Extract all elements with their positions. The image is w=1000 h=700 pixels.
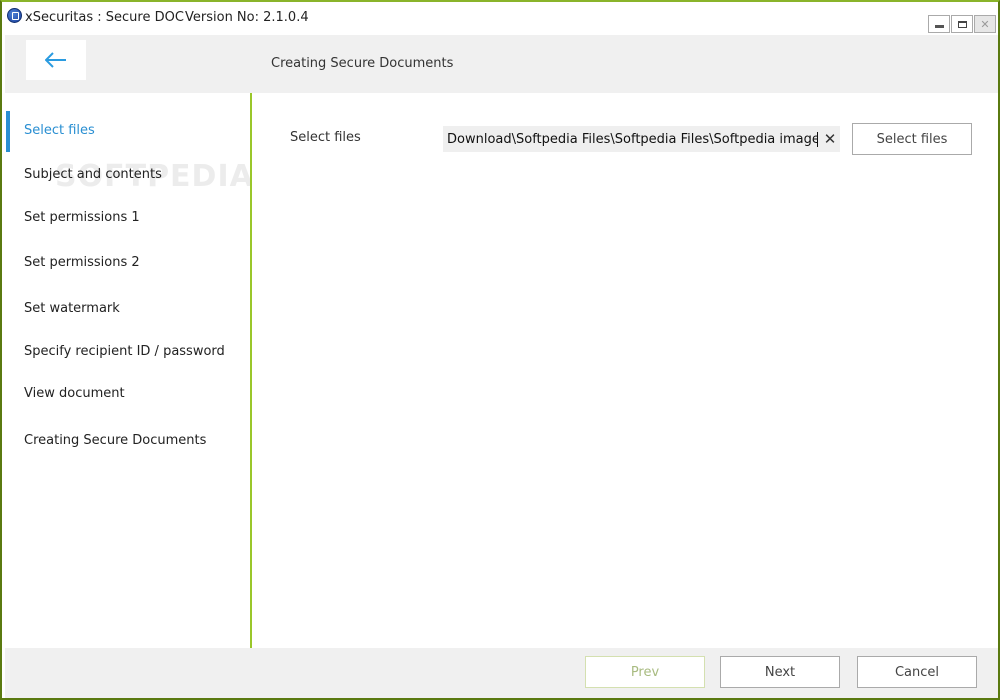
footer-bar: Prev Next Cancel bbox=[5, 648, 998, 698]
maximize-button[interactable] bbox=[951, 15, 973, 33]
window-title: xSecuritas : Secure DOC bbox=[25, 10, 184, 25]
arrow-left-icon bbox=[45, 52, 66, 68]
title-bar: xSecuritas : Secure DOC Version No: 2.1.… bbox=[2, 2, 998, 34]
sidebar-item-creating-secure-documents[interactable]: Creating Secure Documents bbox=[24, 433, 206, 448]
sidebar-item-view-document[interactable]: View document bbox=[24, 386, 125, 401]
clear-icon[interactable]: ✕ bbox=[820, 130, 840, 148]
app-logo-icon bbox=[7, 8, 22, 23]
close-icon: ✕ bbox=[980, 17, 990, 31]
app-window: xSecuritas : Secure DOC Version No: 2.1.… bbox=[0, 0, 1000, 700]
select-files-label: Select files bbox=[290, 130, 361, 145]
sidebar-item-select-files[interactable]: Select files bbox=[24, 123, 95, 138]
file-path-input[interactable]: Download\Softpedia Files\Softpedia Files… bbox=[443, 126, 840, 152]
sidebar-item-set-permissions-2[interactable]: Set permissions 2 bbox=[24, 255, 140, 270]
steps-sidebar: SOFTPEDIA Select files Subject and conte… bbox=[5, 93, 253, 648]
header-bar: Creating Secure Documents bbox=[5, 35, 998, 93]
next-button[interactable]: Next bbox=[720, 656, 840, 688]
sidebar-item-set-watermark[interactable]: Set watermark bbox=[24, 301, 120, 316]
minimize-icon bbox=[934, 25, 944, 28]
cancel-button[interactable]: Cancel bbox=[857, 656, 977, 688]
close-button[interactable]: ✕ bbox=[974, 15, 996, 33]
version-label: Version No: 2.1.0.4 bbox=[185, 10, 309, 25]
maximize-icon bbox=[957, 20, 967, 28]
sidebar-item-recipient-id-password[interactable]: Specify recipient ID / password bbox=[24, 344, 225, 359]
main-content: Select files Download\Softpedia Files\So… bbox=[252, 93, 998, 648]
select-files-button[interactable]: Select files bbox=[852, 123, 972, 155]
file-path-value[interactable]: Download\Softpedia Files\Softpedia Files… bbox=[447, 131, 818, 147]
prev-button[interactable]: Prev bbox=[585, 656, 705, 688]
sidebar-item-subject-and-contents[interactable]: Subject and contents bbox=[24, 167, 162, 182]
sidebar-item-set-permissions-1[interactable]: Set permissions 1 bbox=[24, 210, 140, 225]
page-title: Creating Secure Documents bbox=[271, 56, 454, 71]
active-step-indicator bbox=[6, 111, 10, 152]
minimize-button[interactable] bbox=[928, 15, 950, 33]
back-button[interactable] bbox=[26, 40, 86, 80]
